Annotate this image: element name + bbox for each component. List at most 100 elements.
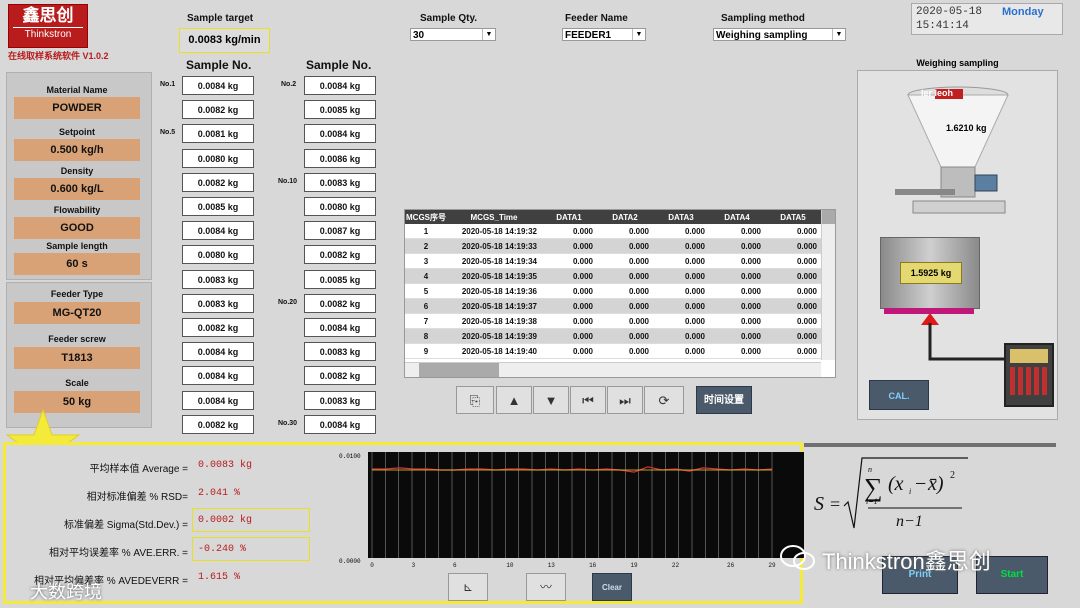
trend-x-tick: 13 xyxy=(548,562,556,569)
chevron-down-icon[interactable]: ▼ xyxy=(632,29,645,40)
chart-axis-icon: ⊾ xyxy=(462,580,474,594)
table-cell: 0.000 xyxy=(709,298,765,314)
table-cell: 0.000 xyxy=(653,224,709,239)
table-row[interactable]: 9 2020-05-18 14:19:40 0.000 0.000 0.000 0.000… xyxy=(405,343,821,359)
feeder-name-select[interactable]: FEEDER1 ▼ xyxy=(562,28,646,41)
log-column-header[interactable]: MCGS_Time xyxy=(447,210,541,224)
prev-page-button[interactable]: ⏮ xyxy=(570,386,606,414)
feeder-screw-value[interactable]: T1813 xyxy=(14,347,140,369)
feeder-type-value[interactable]: MG-QT20 xyxy=(14,302,140,324)
hscroll-thumb[interactable] xyxy=(419,363,499,377)
table-cell: 0.000 xyxy=(541,313,597,329)
density-label: Density xyxy=(60,166,94,176)
sample-length-value[interactable]: 60 s xyxy=(14,253,140,275)
table-cell: 0.000 xyxy=(653,283,709,299)
table-cell: 0.000 xyxy=(709,283,765,299)
density-value[interactable]: 0.600 kg/L xyxy=(14,178,140,200)
table-cell: 0.000 xyxy=(653,343,709,359)
refresh-button[interactable]: ⟳ xyxy=(644,386,684,414)
log-column-header[interactable]: DATA5 xyxy=(765,210,821,224)
sample-box-right-2: 0.0085 kg xyxy=(304,100,376,120)
table-cell: 0.000 xyxy=(765,283,821,299)
scrollbar-thumb[interactable] xyxy=(822,210,835,224)
setpoint-value[interactable]: 0.500 kg/h xyxy=(14,139,140,161)
weighing-panel: Weighing sampling ler leoh 1.6210 kg 1.5… xyxy=(857,58,1058,420)
table-cell: 2020-05-18 14:19:37 xyxy=(447,298,541,314)
vertical-scrollbar[interactable] xyxy=(821,210,835,360)
app-version: 在线取样系统软件 V1.0.2 xyxy=(8,51,109,61)
sample-target-value[interactable]: 0.0083 kg/min xyxy=(179,28,270,53)
table-cell: 7 xyxy=(405,313,447,329)
sample-box-left-6: 0.0085 kg xyxy=(182,197,254,216)
table-cell: 0.000 xyxy=(709,328,765,344)
sample-tag-no5: No.5 xyxy=(160,129,176,136)
sample-tag-no2: No.2 xyxy=(281,81,297,88)
next-page-button[interactable]: ⏭ xyxy=(607,386,643,414)
export-icon: ⎘ xyxy=(469,393,481,408)
log-column-header[interactable]: MCGS序号 xyxy=(405,210,447,224)
stat-avedeverr-value: 1.615 % xyxy=(198,572,241,583)
trend-zoom-button[interactable]: ⊾ xyxy=(448,573,488,601)
sample-qty-select[interactable]: 30 ▼ xyxy=(410,28,496,41)
table-cell: 0.000 xyxy=(709,313,765,329)
trend-clear-button[interactable]: Clear xyxy=(592,573,632,601)
table-row[interactable]: 6 2020-05-18 14:19:37 0.000 0.000 0.000 0.000… xyxy=(405,298,821,314)
table-row[interactable]: 7 2020-05-18 14:19:38 0.000 0.000 0.000 0.000… xyxy=(405,313,821,329)
statistics-panel: 平均样本值 Average = 0.0083 kg 相对标准偏差 % RSD= … xyxy=(3,442,804,604)
table-cell: 0.000 xyxy=(597,328,653,344)
table-row[interactable]: 1 2020-05-18 14:19:32 0.000 0.000 0.000 0.000… xyxy=(405,224,821,239)
time-setting-button[interactable]: 时间设置 xyxy=(696,386,752,414)
table-cell: 0.000 xyxy=(653,268,709,284)
log-column-header[interactable]: DATA4 xyxy=(709,210,765,224)
table-cell: 0.000 xyxy=(765,328,821,344)
stat-rsd-value: 2.041 % xyxy=(198,488,241,499)
table-cell: 0.000 xyxy=(709,253,765,269)
stat-ave-err-label: 相对平均误差率 % AVE.ERR. = xyxy=(48,548,188,559)
flowability-value[interactable]: GOOD xyxy=(14,217,140,239)
data-log-table[interactable]: MCGS序号 MCGS_Time DATA1 DATA2 DATA3 DATA4 DATA5… xyxy=(404,209,836,378)
table-row[interactable]: 5 2020-05-18 14:19:36 0.000 0.000 0.000 0.000… xyxy=(405,283,821,299)
sample-box-left-3: 0.0081 kg xyxy=(182,124,254,144)
chevron-down-icon[interactable]: ▼ xyxy=(832,29,845,40)
sample-box-left-5: 0.0082 kg xyxy=(182,172,254,192)
table-cell: 5 xyxy=(405,283,447,299)
table-row[interactable]: 8 2020-05-18 14:19:39 0.000 0.000 0.000 0.000… xyxy=(405,328,821,344)
trend-x-tick: 3 xyxy=(412,562,416,569)
sampling-method-select[interactable]: Weighing sampling ▼ xyxy=(713,28,846,41)
table-row[interactable]: 2 2020-05-18 14:19:33 0.000 0.000 0.000 0.000… xyxy=(405,238,821,254)
table-cell: 2020-05-18 14:19:40 xyxy=(447,343,541,359)
feeder-panel: Feeder Type MG-QT20 Feeder screw T1813 S… xyxy=(6,282,152,428)
svg-text:2: 2 xyxy=(950,470,955,481)
table-cell: 1 xyxy=(405,224,447,239)
table-cell: 0.000 xyxy=(541,238,597,254)
table-cell: 2 xyxy=(405,238,447,254)
chevron-down-icon[interactable]: ▼ xyxy=(482,29,495,40)
sample-length-label: Sample length xyxy=(46,241,108,251)
last-page-button[interactable]: ▼ xyxy=(533,386,569,414)
table-row[interactable]: 3 2020-05-18 14:19:34 0.000 0.000 0.000 0.000… xyxy=(405,253,821,269)
table-cell: 0.000 xyxy=(653,328,709,344)
first-page-button[interactable]: ▲ xyxy=(496,386,532,414)
table-cell: 2020-05-18 14:19:34 xyxy=(447,253,541,269)
trend-view-button[interactable]: 〰 xyxy=(526,573,566,601)
calibrate-button[interactable]: CAL. xyxy=(869,380,929,410)
export-button[interactable]: ⎘ xyxy=(456,386,494,414)
sample-box-left-10: 0.0083 kg xyxy=(182,293,254,313)
horizontal-scrollbar[interactable] xyxy=(405,362,821,377)
table-row[interactable]: 4 2020-05-18 14:19:35 0.000 0.000 0.000 0.000… xyxy=(405,268,821,284)
sample-box-left-1: 0.0084 kg xyxy=(182,76,254,95)
log-column-header[interactable]: DATA1 xyxy=(541,210,597,224)
weighing-title: Weighing sampling xyxy=(916,58,999,68)
table-cell: 0.000 xyxy=(765,268,821,284)
table-cell: 0.000 xyxy=(541,298,597,314)
log-column-header[interactable]: DATA2 xyxy=(597,210,653,224)
log-column-header[interactable]: DATA3 xyxy=(653,210,709,224)
sample-box-right-9: 0.0085 kg xyxy=(304,269,376,289)
table-cell: 0.000 xyxy=(709,238,765,254)
sample-box-right-12: 0.0083 kg xyxy=(304,342,376,362)
table-cell: 0.000 xyxy=(653,253,709,269)
sample-box-right-5: 0.0083 kg xyxy=(304,172,376,192)
material-name-value[interactable]: POWDER xyxy=(14,97,140,119)
sample-tag-no1: No.1 xyxy=(160,81,176,88)
samples-header-2: Sample No. xyxy=(306,58,372,72)
